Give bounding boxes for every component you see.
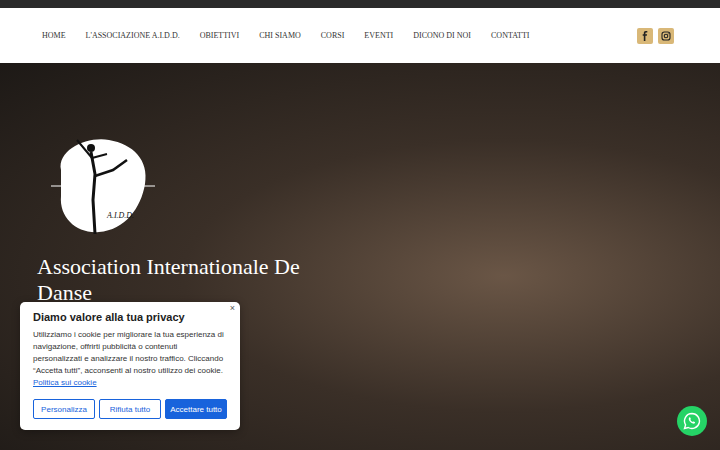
whatsapp-icon: [683, 412, 701, 430]
logo: A.I.D.D.: [47, 130, 159, 242]
cookie-buttons: PersonalizzaRifiuta tuttoAccettare tutto: [33, 399, 227, 419]
main-nav: HOME L'ASSOCIAZIONE A.I.D.D. OBIETTIVI CHI …: [42, 31, 529, 40]
top-strip: [0, 0, 720, 8]
cookie-title: Diamo valore alla tua privacy: [33, 311, 227, 323]
cookie-button[interactable]: Accettare tutto: [165, 399, 227, 419]
cookie-text: Utilizziamo i cookie per migliorare la t…: [33, 329, 227, 389]
nav-item[interactable]: CHI SIAMO: [259, 31, 301, 40]
cookie-policy-link[interactable]: Politica sui cookie: [33, 378, 97, 387]
header: HOME L'ASSOCIAZIONE A.I.D.D. OBIETTIVI CHI …: [0, 8, 720, 63]
nav-item[interactable]: DICONO DI NOI: [413, 31, 471, 40]
nav-item[interactable]: OBIETTIVI: [200, 31, 240, 40]
cookie-button[interactable]: Rifiuta tutto: [99, 399, 161, 419]
nav-item[interactable]: CORSI: [321, 31, 345, 40]
nav-item[interactable]: EVENTI: [364, 31, 393, 40]
nav-item[interactable]: L'ASSOCIAZIONE A.I.D.D.: [86, 31, 180, 40]
social-links: [637, 28, 674, 44]
svg-text:A.I.D.D.: A.I.D.D.: [106, 211, 134, 220]
page: HOME L'ASSOCIAZIONE A.I.D.D. OBIETTIVI CHI …: [0, 0, 720, 450]
whatsapp-button[interactable]: [677, 406, 707, 436]
close-button[interactable]: ×: [230, 303, 235, 313]
nav-item[interactable]: HOME: [42, 31, 66, 40]
facebook-icon[interactable]: [637, 28, 653, 44]
dancer-logo-icon: A.I.D.D.: [47, 130, 159, 242]
cookie-button[interactable]: Personalizza: [33, 399, 95, 419]
cookie-banner: × Diamo valore alla tua privacy Utilizzi…: [20, 302, 240, 430]
instagram-icon[interactable]: [658, 28, 674, 44]
nav-item[interactable]: CONTATTI: [491, 31, 529, 40]
hero: A.I.D.D. Association Internationale De D…: [0, 63, 720, 450]
hero-content: A.I.D.D. Association Internationale De D…: [0, 63, 720, 306]
hero-title: Association Internationale De Danse: [37, 254, 307, 306]
